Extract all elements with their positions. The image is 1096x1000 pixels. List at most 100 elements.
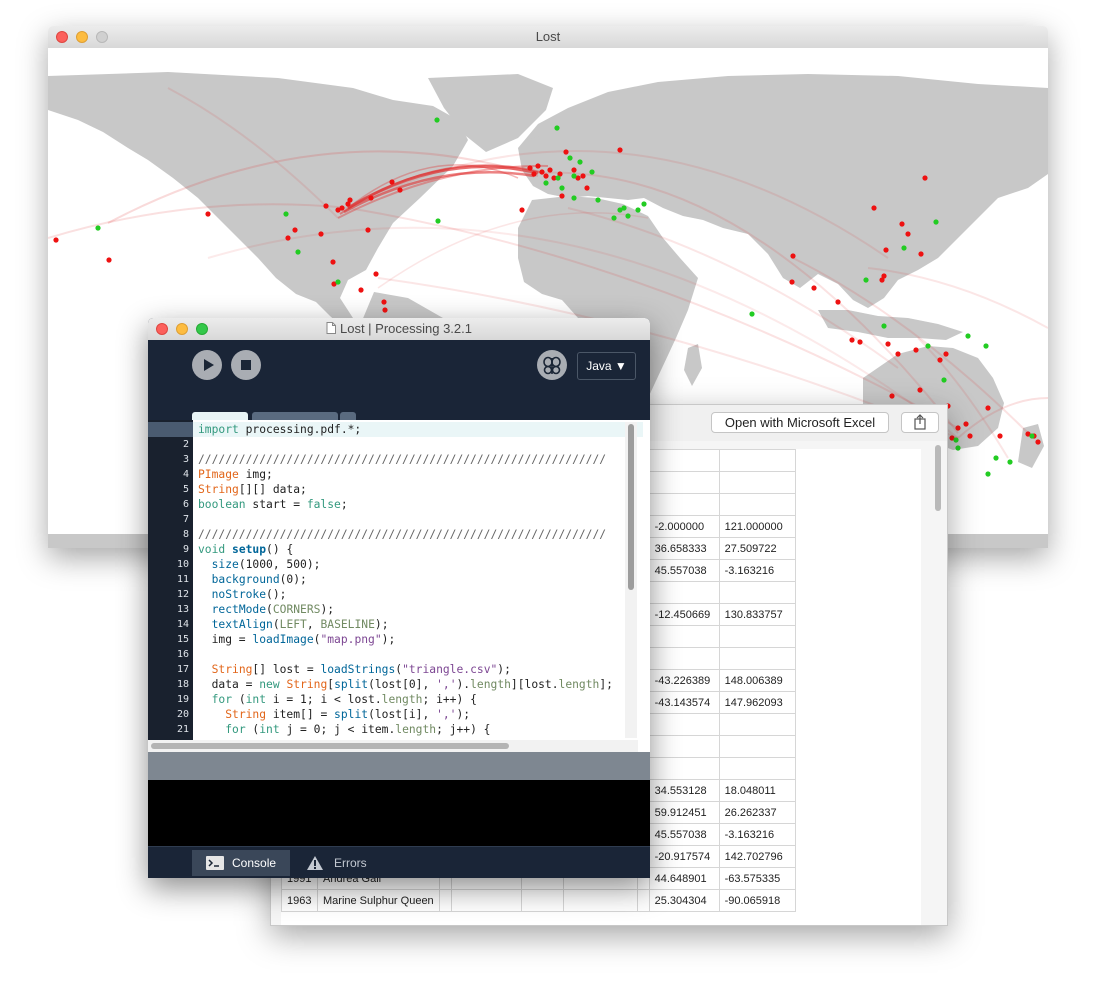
terminal-icon xyxy=(206,856,224,870)
share-button[interactable] xyxy=(901,412,939,433)
table-cell[interactable] xyxy=(718,449,796,472)
found-location-marker xyxy=(749,311,755,317)
table-cell[interactable]: 26.262337 xyxy=(718,801,796,824)
table-cell[interactable] xyxy=(718,581,796,604)
lost-location-marker xyxy=(871,205,877,211)
found-location-marker xyxy=(571,173,577,179)
found-location-marker xyxy=(589,169,595,175)
table-cell[interactable]: -63.575335 xyxy=(718,867,796,890)
editor-vertical-scrollbar[interactable] xyxy=(625,422,637,738)
table-cell[interactable] xyxy=(439,889,452,912)
close-button[interactable] xyxy=(56,31,68,43)
table-cell[interactable]: Marine Sulphur Queen xyxy=(317,889,440,912)
stop-button[interactable] xyxy=(231,350,261,380)
table-cell[interactable] xyxy=(718,493,796,516)
found-location-marker xyxy=(993,455,999,461)
table-cell[interactable] xyxy=(648,581,720,604)
table-cell[interactable] xyxy=(648,471,720,494)
table-cell[interactable]: 1963 xyxy=(281,889,318,912)
lost-location-marker xyxy=(895,351,901,357)
lost-location-marker xyxy=(318,231,324,237)
table-cell[interactable]: -2.000000 xyxy=(648,515,720,538)
table-cell[interactable]: 45.557038 xyxy=(648,559,720,582)
table-cell[interactable]: -43.226389 xyxy=(648,669,720,692)
table-cell[interactable]: 18.048011 xyxy=(718,779,796,802)
code-line: for (int i = 1; i < lost.length; i++) { xyxy=(211,693,477,706)
code-editor[interactable]: 123456789101112131415161718192021 import… xyxy=(148,420,650,752)
minimize-button[interactable] xyxy=(176,323,188,335)
table-cell[interactable] xyxy=(648,493,720,516)
zoom-button[interactable] xyxy=(96,31,108,43)
table-cell[interactable]: 36.658333 xyxy=(648,537,720,560)
minimize-button[interactable] xyxy=(76,31,88,43)
found-location-marker xyxy=(933,219,939,225)
found-location-marker xyxy=(985,471,991,477)
mode-selector[interactable]: Java ▼ xyxy=(577,352,636,380)
close-button[interactable] xyxy=(156,323,168,335)
code-line: ////////////////////////////////////////… xyxy=(198,453,607,466)
table-cell[interactable] xyxy=(648,757,720,780)
found-location-marker xyxy=(983,343,989,349)
table-cell[interactable] xyxy=(718,647,796,670)
table-cell[interactable] xyxy=(562,889,638,912)
table-cell[interactable]: 34.553128 xyxy=(648,779,720,802)
table-cell[interactable]: -3.163216 xyxy=(718,823,796,846)
editor-horizontal-scrollbar[interactable] xyxy=(148,740,638,752)
table-cell[interactable]: 142.702796 xyxy=(718,845,796,868)
scroll-thumb[interactable] xyxy=(151,743,509,749)
table-cell[interactable] xyxy=(636,889,650,912)
zoom-button[interactable] xyxy=(196,323,208,335)
lost-location-marker xyxy=(382,307,388,313)
table-cell[interactable]: 27.509722 xyxy=(718,537,796,560)
table-cell[interactable]: -20.917574 xyxy=(648,845,720,868)
code-line: String item[] = split(lost[i], ','); xyxy=(225,708,471,721)
line-number: 13 xyxy=(176,604,189,615)
table-cell[interactable]: -12.450669 xyxy=(648,603,720,626)
debug-button[interactable] xyxy=(537,350,567,380)
table-cell[interactable]: -3.163216 xyxy=(718,559,796,582)
table-cell[interactable]: 45.557038 xyxy=(648,823,720,846)
line-number: 6 xyxy=(182,499,189,510)
scroll-thumb[interactable] xyxy=(628,424,634,590)
lost-location-marker xyxy=(885,341,891,347)
scroll-thumb[interactable] xyxy=(935,445,941,511)
table-cell[interactable]: 44.648901 xyxy=(648,867,720,890)
table-cell[interactable] xyxy=(718,735,796,758)
code-line: String[] lost = loadStrings("triangle.cs… xyxy=(211,663,511,676)
table-cell[interactable]: 147.962093 xyxy=(718,691,796,714)
table-cell[interactable]: 130.833757 xyxy=(718,603,796,626)
lost-location-marker xyxy=(789,279,795,285)
tab-console[interactable]: Console xyxy=(192,850,290,876)
line-number: 21 xyxy=(176,724,189,735)
found-location-marker xyxy=(559,185,565,191)
table-cell[interactable]: -43.143574 xyxy=(648,691,720,714)
table-cell[interactable]: -90.065918 xyxy=(718,889,796,912)
table-cell[interactable] xyxy=(648,735,720,758)
table-cell[interactable] xyxy=(718,757,796,780)
table-cell[interactable] xyxy=(718,625,796,648)
console-output[interactable] xyxy=(148,780,650,846)
table-cell[interactable] xyxy=(648,647,720,670)
table-cell[interactable] xyxy=(648,625,720,648)
table-cell[interactable]: 148.006389 xyxy=(718,669,796,692)
lost-location-marker xyxy=(963,421,969,427)
open-with-excel-button[interactable]: Open with Microsoft Excel xyxy=(711,412,889,433)
table-cell[interactable] xyxy=(718,471,796,494)
table-cell[interactable]: 25.304304 xyxy=(648,889,720,912)
table-cell[interactable] xyxy=(648,449,720,472)
found-location-marker xyxy=(435,218,441,224)
table-cell[interactable] xyxy=(521,889,564,912)
spreadsheet-scrollbar[interactable] xyxy=(933,443,943,925)
table-cell[interactable]: 121.000000 xyxy=(718,515,796,538)
lost-location-marker xyxy=(790,253,796,259)
run-button[interactable] xyxy=(192,350,222,380)
tab-errors[interactable]: Errors xyxy=(292,850,378,876)
table-cell[interactable]: 59.912451 xyxy=(648,801,720,824)
table-cell[interactable] xyxy=(648,713,720,736)
found-location-marker xyxy=(1007,459,1013,465)
table-cell[interactable] xyxy=(718,713,796,736)
play-icon xyxy=(204,359,214,371)
line-number: 19 xyxy=(176,694,189,705)
table-cell[interactable] xyxy=(451,889,522,912)
code-line: import processing.pdf.*; xyxy=(198,423,362,436)
